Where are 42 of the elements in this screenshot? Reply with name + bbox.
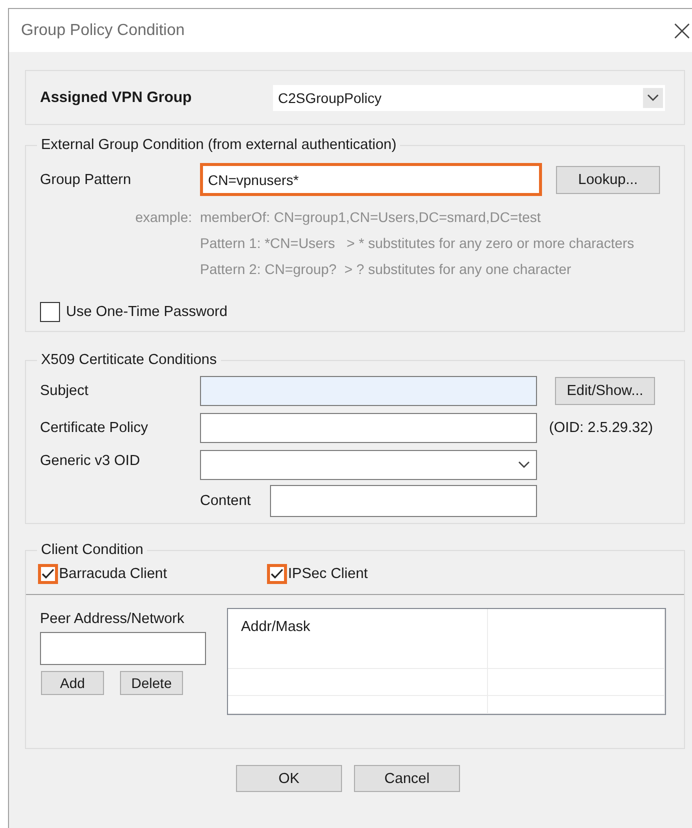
group-title: X509 Certiticate Conditions (40, 352, 218, 368)
field-label: Subject (40, 383, 90, 399)
cancel-button[interactable]: Cancel (354, 765, 460, 792)
checkbox[interactable] (40, 302, 60, 322)
group-title: Client Condition (40, 542, 144, 558)
example-text: memberOf: CN=group1,CN=Users,DC=smard,DC=test (200, 208, 541, 227)
field-label: Certificate Policy (40, 420, 149, 436)
checkbox-label: Barracuda Client (59, 566, 167, 582)
address-list[interactable]: Addr/Mask (227, 608, 666, 715)
lookup-button[interactable]: Lookup... (556, 166, 660, 194)
checkbox-label: Use One-Time Password (66, 304, 228, 320)
example-text: Pattern 1: *CN=Users > * substitutes for any zero or more characters (200, 234, 634, 253)
check-icon (270, 568, 284, 580)
oid-note: (OID: 2.5.29.32) (549, 420, 653, 436)
window-title: Group Policy Condition (21, 22, 185, 40)
oid-dropdown[interactable] (200, 450, 537, 480)
check-icon (41, 568, 55, 580)
edit-show-button[interactable]: Edit/Show... (555, 377, 655, 405)
field-label: Generic v3 OID (40, 453, 141, 469)
checkbox[interactable] (267, 564, 287, 584)
column-header: Addr/Mask (228, 609, 488, 669)
group-title: External Group Condition (from external authentication) (40, 137, 398, 153)
field-label: Assigned VPN Group (40, 89, 193, 106)
caret-icon (646, 92, 660, 102)
input-field[interactable] (200, 376, 537, 406)
group-dropdown[interactable]: C2SGroupPolicy (273, 84, 665, 110)
ok-button[interactable]: OK (236, 765, 342, 792)
input-field[interactable] (200, 413, 537, 443)
example-label: example: (134, 208, 193, 227)
close-icon[interactable] (674, 22, 690, 38)
checkbox[interactable] (38, 564, 58, 584)
field-label: Content (200, 493, 252, 509)
delete-button[interactable]: Delete (120, 671, 183, 695)
caret-icon (517, 460, 531, 470)
input-field[interactable] (270, 485, 537, 517)
field-label: Peer Address/Network (40, 611, 186, 627)
add-button[interactable]: Add (41, 671, 104, 695)
field-label: Group Pattern (40, 172, 132, 188)
input-field[interactable]: CN=vpnusers* (200, 163, 542, 196)
example-text: Pattern 2: CN=group? > ? substitutes for any one character (200, 260, 572, 279)
checkbox-label: IPSec Client (288, 566, 368, 582)
input-field[interactable] (40, 632, 206, 665)
